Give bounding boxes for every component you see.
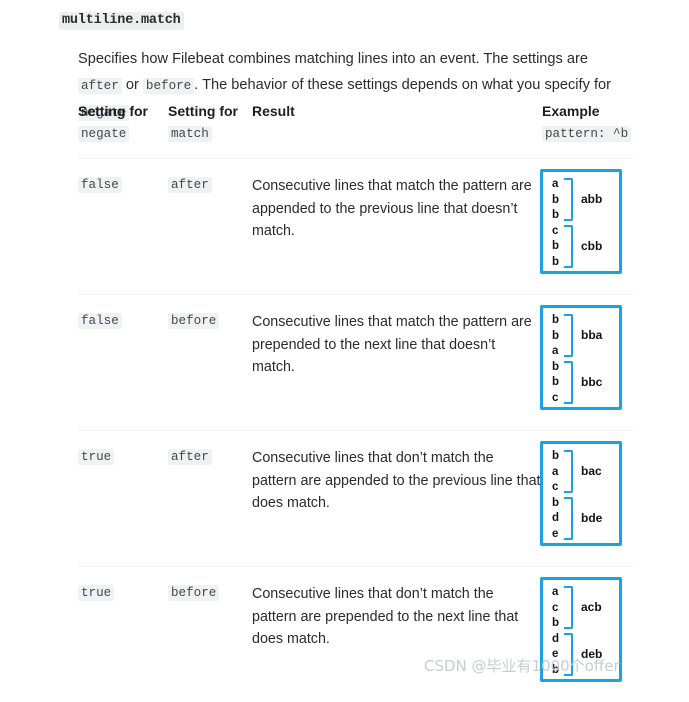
example-line: c	[552, 391, 559, 404]
example-diagram: a b b c b b abb cbb	[540, 169, 622, 274]
cell-result: Consecutive lines that match the pattern…	[252, 314, 532, 375]
example-line: d	[552, 512, 560, 524]
column-subheader-match-code: match	[168, 126, 212, 142]
inline-code-before: before	[142, 77, 195, 94]
example-group-result: abb	[581, 192, 603, 206]
example-line: b	[552, 376, 560, 388]
example-group-result: bac	[581, 464, 602, 478]
settings-table: Setting for negate Setting for match Res…	[78, 103, 633, 702]
example-line: a	[552, 586, 559, 598]
example-diagram: b a c b d e bac bde	[540, 441, 622, 546]
table-row: true after Consecutive lines that don’t …	[78, 430, 633, 566]
column-subheader-negate: negate	[78, 124, 130, 142]
example-group-result: bbc	[581, 375, 603, 389]
page-title: multiline.match	[59, 12, 184, 30]
example-input-lines: b a c b d e	[552, 449, 559, 542]
match-value: after	[168, 177, 212, 193]
example-group-result: bba	[581, 328, 603, 342]
column-subheader-example-code: pattern: ^b	[542, 126, 632, 142]
negate-value: false	[78, 313, 122, 329]
group-bracket-icon	[564, 361, 573, 404]
match-value: after	[168, 449, 212, 465]
example-group-result: acb	[581, 600, 602, 614]
table-row: false before Consecutive lines that matc…	[78, 294, 633, 430]
cell-result: Consecutive lines that match the pattern…	[252, 178, 532, 239]
column-header-example: Example	[542, 103, 600, 119]
example-line: c	[552, 224, 559, 237]
inline-code-after: after	[78, 77, 122, 94]
column-header-match: Setting for	[168, 103, 238, 119]
cell-match: before	[168, 311, 220, 329]
example-group-result: cbb	[581, 239, 603, 253]
column-header-negate: Setting for	[78, 103, 148, 119]
group-bracket-icon	[564, 225, 573, 268]
group-bracket-icon	[564, 178, 573, 221]
group-bracket-icon	[564, 586, 573, 629]
group-bracket-icon	[564, 497, 573, 540]
negate-value: true	[78, 449, 115, 465]
example-line: c	[552, 481, 559, 493]
column-subheader-match: match	[168, 124, 212, 142]
example-line: b	[552, 450, 560, 462]
example-line: b	[552, 496, 560, 509]
documentation-page: multiline.match Specifies how Filebeat c…	[0, 0, 689, 685]
negate-value: true	[78, 585, 115, 601]
cell-result: Consecutive lines that don’t match the p…	[252, 450, 541, 511]
column-subheader-example: pattern: ^b	[542, 124, 632, 142]
example-line: b	[552, 255, 560, 268]
example-line: d	[552, 632, 560, 645]
group-bracket-icon	[564, 450, 573, 493]
cell-match: after	[168, 175, 212, 193]
column-subheader-negate-code: negate	[78, 126, 130, 142]
cell-negate: false	[78, 311, 122, 329]
cell-match: before	[168, 583, 220, 601]
example-line: c	[552, 601, 559, 614]
watermark: CSDN @毕业有1000个offer	[424, 657, 620, 675]
example-line: a	[552, 345, 559, 357]
table-header-row: Setting for negate Setting for match Res…	[78, 103, 633, 158]
intro-text-3: . The behavior of these settings depends…	[194, 76, 611, 93]
example-line: a	[552, 178, 559, 190]
cell-result: Consecutive lines that don’t match the p…	[252, 586, 519, 647]
group-bracket-icon	[564, 314, 573, 357]
example-line: b	[552, 193, 560, 206]
cell-negate: false	[78, 175, 122, 193]
cell-negate: true	[78, 447, 115, 465]
example-line: b	[552, 329, 560, 342]
column-header-result: Result	[252, 103, 295, 119]
example-input-lines: a b b c b b	[552, 177, 559, 270]
table-row: false after Consecutive lines that match…	[78, 158, 633, 294]
example-line: b	[552, 314, 560, 326]
match-value: before	[168, 313, 220, 329]
example-line: b	[552, 617, 560, 629]
example-line: b	[552, 360, 560, 373]
example-line: b	[552, 209, 560, 221]
table-row: true before Consecutive lines that don’t…	[78, 566, 633, 702]
example-input-lines: b b a b b c	[552, 313, 559, 406]
intro-text-1: Specifies how Filebeat combines matching…	[78, 50, 588, 67]
example-group-result: bde	[581, 511, 603, 525]
example-line: e	[552, 527, 559, 540]
cell-negate: true	[78, 583, 115, 601]
example-line: b	[552, 240, 560, 252]
cell-match: after	[168, 447, 212, 465]
negate-value: false	[78, 177, 122, 193]
example-line: a	[552, 465, 559, 478]
intro-text-2: or	[121, 76, 143, 93]
example-diagram: b b a b b c bba bbc	[540, 305, 622, 410]
match-value: before	[168, 585, 220, 601]
